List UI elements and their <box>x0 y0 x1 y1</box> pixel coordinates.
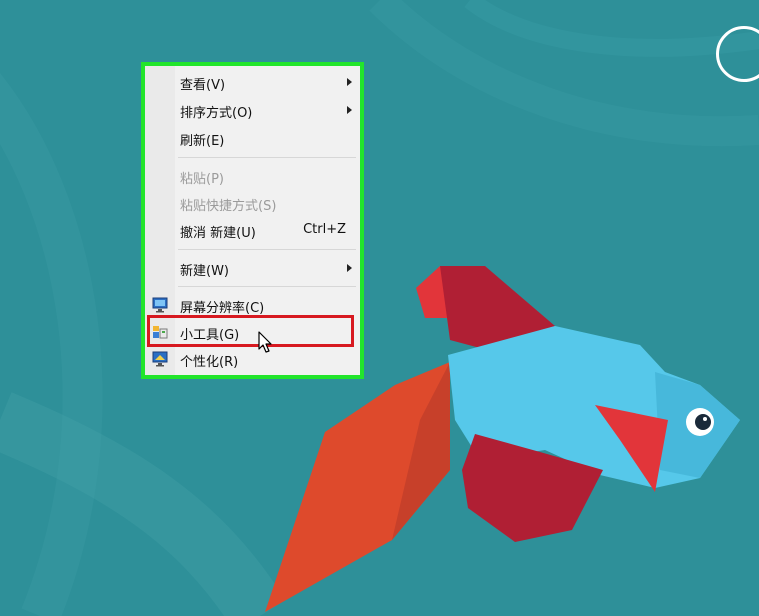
menu-item-label: 排序方式(O) <box>180 106 253 121</box>
menu-item-undo-new[interactable]: 撤消 新建(U) Ctrl+Z <box>145 219 360 243</box>
personalize-icon <box>152 351 168 367</box>
menu-item-label: 刷新(E) <box>180 134 225 149</box>
menu-item-refresh[interactable]: 刷新(E) <box>145 127 360 151</box>
menu-separator <box>178 249 356 250</box>
menu-item-paste-shortcut[interactable]: 粘贴快捷方式(S) <box>145 192 360 216</box>
submenu-arrow-icon <box>347 78 352 86</box>
menu-item-label: 新建(W) <box>180 264 229 279</box>
menu-item-new[interactable]: 新建(W) <box>145 257 360 281</box>
menu-item-label: 撤消 新建(U) <box>180 226 256 241</box>
mouse-pointer-icon <box>258 331 272 353</box>
menu-item-label: 屏幕分辨率(C) <box>180 301 265 316</box>
submenu-arrow-icon <box>347 264 352 272</box>
menu-item-paste[interactable]: 粘贴(P) <box>145 165 360 189</box>
menu-item-sort-by[interactable]: 排序方式(O) <box>145 99 360 123</box>
menu-separator <box>178 286 356 287</box>
submenu-arrow-icon <box>347 106 352 114</box>
selected-item-highlight-box <box>147 315 354 347</box>
desktop-wallpaper <box>0 0 759 616</box>
menu-item-label: 粘贴快捷方式(S) <box>180 199 277 214</box>
menu-item-view[interactable]: 查看(V) <box>145 71 360 95</box>
menu-item-label: 查看(V) <box>180 78 226 93</box>
display-icon <box>152 297 168 313</box>
menu-item-personalize[interactable]: 个性化(R) <box>145 348 360 372</box>
menu-item-label: 粘贴(P) <box>180 172 224 187</box>
menu-item-shortcut: Ctrl+Z <box>303 222 346 237</box>
menu-separator <box>178 157 356 158</box>
menu-item-label: 个性化(R) <box>180 355 239 370</box>
